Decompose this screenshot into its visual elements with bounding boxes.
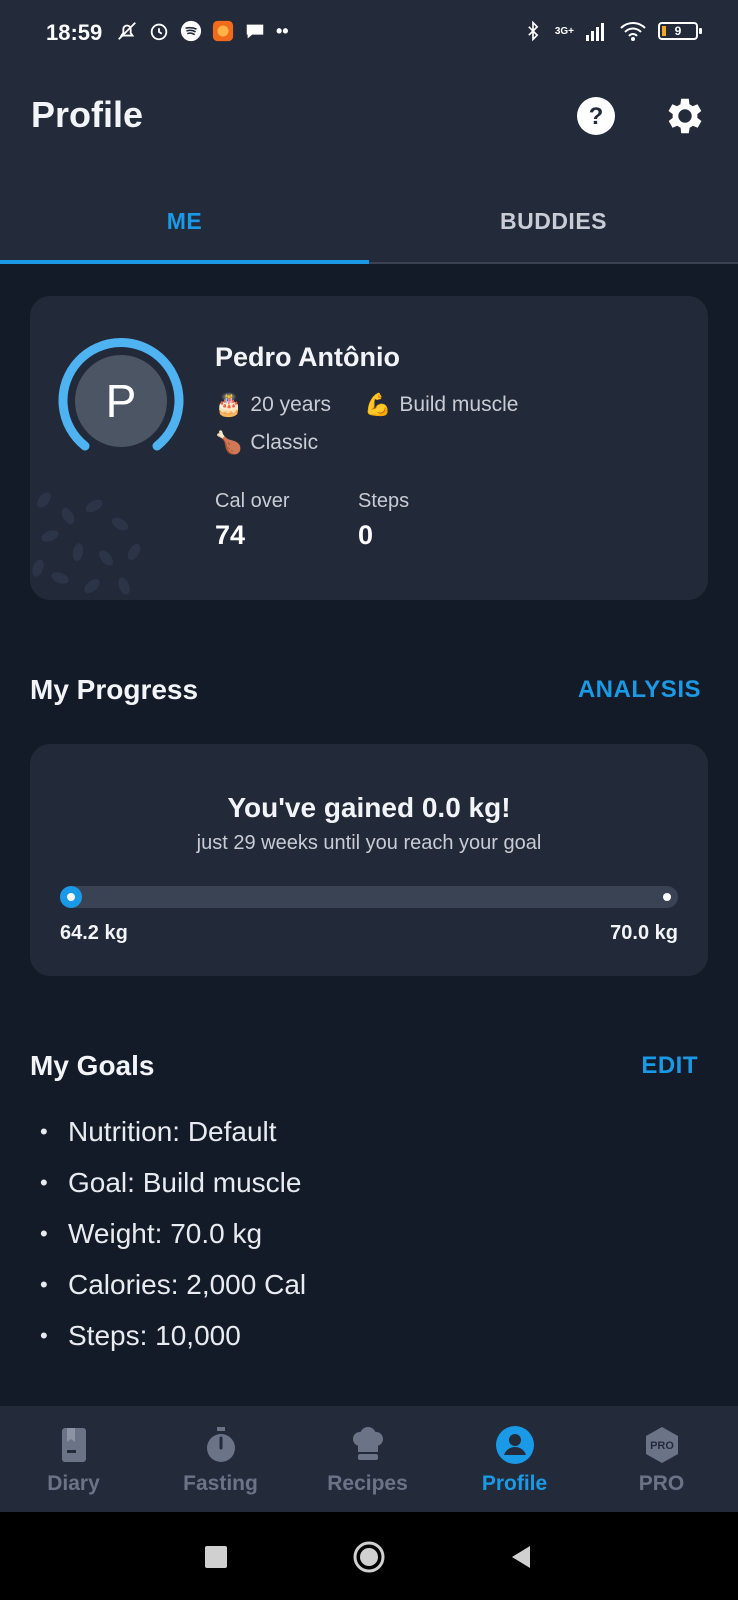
- diet-text: Classic: [250, 431, 319, 454]
- network-type: 3G+: [554, 25, 574, 37]
- nav-label-diary: Diary: [47, 1472, 100, 1495]
- tab-divider: [369, 262, 738, 264]
- edit-goals-link[interactable]: EDIT: [641, 1052, 698, 1080]
- back-button[interactable]: [508, 1544, 534, 1570]
- user-name: Pedro Antônio: [215, 342, 400, 372]
- avatar[interactable]: P: [58, 338, 184, 464]
- home-button[interactable]: [352, 1540, 386, 1574]
- goal-text: Build muscle: [399, 393, 519, 416]
- battery-level: 9: [674, 24, 682, 38]
- gear-icon: [668, 98, 702, 134]
- cal-over-value: 74: [215, 520, 246, 550]
- chat-icon: [246, 24, 264, 39]
- more-notifications-icon: ••: [276, 20, 289, 41]
- wifi-icon: [620, 22, 646, 41]
- start-weight-marker: [60, 886, 82, 908]
- decorative-pattern-icon: [32, 492, 141, 595]
- nav-label-recipes: Recipes: [327, 1472, 408, 1495]
- diet-info: 🍗 Classic: [215, 430, 318, 456]
- page-title: Profile: [31, 94, 144, 135]
- progress-section-title: My Progress: [30, 674, 199, 705]
- list-item: • Goal: Build muscle: [40, 1167, 302, 1198]
- goal-weight-label: 70.0 kg: [610, 922, 678, 944]
- tab-buddies[interactable]: BUDDIES: [369, 178, 738, 264]
- steps-label: Steps: [358, 490, 410, 512]
- profile-card[interactable]: P Pedro Antônio 🎂 20 years 💪 Build muscl…: [30, 296, 708, 600]
- list-item: • Weight: 70.0 kg: [40, 1218, 263, 1249]
- settings-button[interactable]: [662, 93, 708, 139]
- progress-headline: You've gained 0.0 kg!: [227, 792, 511, 823]
- pro-badge-icon: PRO: [645, 1427, 678, 1463]
- help-circle-icon: ?: [577, 97, 615, 135]
- user-circle-icon: [495, 1426, 534, 1464]
- status-bar: 18:59 •• 3G+ 9: [0, 0, 738, 66]
- back-triangle-icon: [512, 1546, 530, 1568]
- age-text: 20 years: [250, 393, 331, 416]
- home-circle-icon: [353, 1541, 385, 1573]
- goal-info: 💪 Build muscle: [364, 392, 518, 418]
- app-header: Profile ? ME BUDDIES: [0, 66, 738, 264]
- list-item: • Steps: 10,000: [40, 1320, 241, 1351]
- start-weight-label: 64.2 kg: [60, 922, 128, 944]
- status-time: 18:59: [46, 20, 103, 45]
- app-notification-icon: [212, 20, 234, 42]
- signal-icon: [586, 23, 604, 41]
- bottom-nav: Diary Fasting Recipes Profile PRO PRO: [0, 1406, 738, 1512]
- chef-hat-icon: [352, 1427, 383, 1460]
- tab-me[interactable]: ME: [0, 178, 369, 264]
- nav-profile[interactable]: Profile: [441, 1406, 588, 1512]
- progress-subtitle: just 29 weeks until you reach your goal: [196, 832, 542, 854]
- progress-card[interactable]: You've gained 0.0 kg! just 29 weeks unti…: [30, 744, 708, 976]
- bluetooth-icon: [528, 20, 539, 42]
- flexed-biceps-icon: 💪: [364, 392, 392, 417]
- nav-recipes[interactable]: Recipes: [294, 1406, 441, 1512]
- stopwatch-icon: [206, 1427, 235, 1462]
- list-item: • Calories: 2,000 Cal: [40, 1269, 307, 1300]
- profile-tabs: ME BUDDIES: [0, 178, 738, 264]
- tab-indicator: [0, 260, 369, 264]
- poultry-leg-icon: 🍗: [215, 430, 243, 455]
- cal-over-label: Cal over: [215, 490, 290, 512]
- system-navigation-bar: [0, 1512, 738, 1600]
- svg-text:?: ?: [589, 103, 604, 130]
- birthday-cake-icon: 🎂: [215, 392, 243, 417]
- weight-progress-bar: [60, 886, 678, 908]
- nav-pro[interactable]: PRO PRO: [588, 1406, 735, 1512]
- age-info: 🎂 20 years: [215, 392, 331, 418]
- battery-icon: 9: [658, 22, 702, 40]
- nav-label-pro: PRO: [638, 1472, 685, 1495]
- spotify-icon: [180, 20, 202, 42]
- help-button[interactable]: ?: [573, 93, 619, 139]
- recents-button[interactable]: [205, 1546, 227, 1568]
- steps-value: 0: [358, 520, 374, 550]
- nav-fasting[interactable]: Fasting: [147, 1406, 294, 1512]
- nav-label-profile: Profile: [481, 1472, 548, 1495]
- goal-weight-marker: [663, 893, 671, 901]
- book-icon: [61, 1428, 86, 1462]
- bell-off-icon: [118, 22, 136, 40]
- list-item: • Nutrition: Default: [40, 1116, 277, 1147]
- svg-text:PRO: PRO: [650, 1440, 674, 1452]
- avatar-initial: P: [75, 355, 167, 447]
- nav-label-fasting: Fasting: [183, 1472, 258, 1495]
- goals-section-title: My Goals: [30, 1050, 155, 1081]
- nav-diary[interactable]: Diary: [0, 1406, 147, 1512]
- analysis-link[interactable]: ANALYSIS: [578, 676, 701, 704]
- alarm-icon: [150, 23, 168, 41]
